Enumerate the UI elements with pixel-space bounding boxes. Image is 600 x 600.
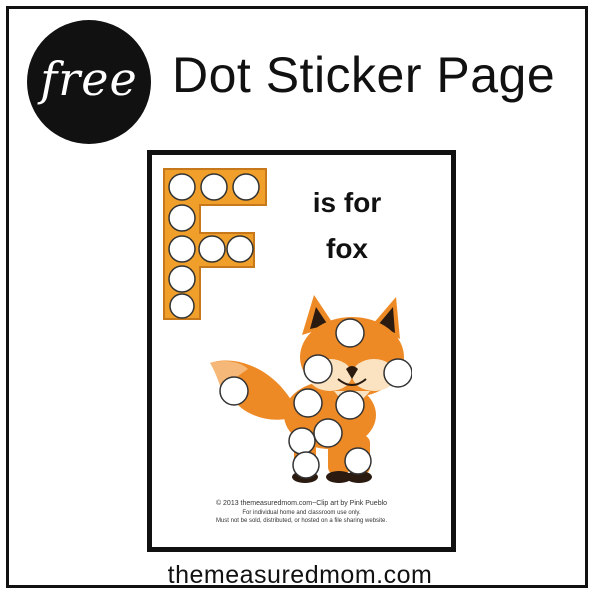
fox-dot bbox=[335, 390, 365, 420]
fox-dot bbox=[288, 427, 316, 455]
free-word: free bbox=[40, 52, 138, 106]
caption-is-for: is for bbox=[312, 187, 382, 218]
letter-dot bbox=[168, 235, 196, 263]
fox-illustration bbox=[210, 295, 412, 483]
usage-note-line: Must not be sold, distributed, or hosted… bbox=[215, 518, 388, 524]
fox-dot bbox=[219, 376, 249, 406]
worksheet-page: is for fox © 2013 themeasuredmom.com~Cli… bbox=[147, 150, 456, 552]
site-url: themeasuredmom.com bbox=[167, 561, 433, 589]
letter-dot bbox=[169, 293, 195, 319]
usage-note-line: For individual home and classroom use on… bbox=[242, 510, 361, 516]
letter-dot bbox=[198, 235, 226, 263]
fox-dot bbox=[292, 451, 320, 479]
letter-dot bbox=[200, 173, 228, 201]
letter-dot bbox=[168, 204, 196, 232]
letter-dot bbox=[168, 265, 196, 293]
fox-dot bbox=[313, 418, 343, 448]
caption-fox: fox bbox=[326, 233, 368, 264]
fox-dot bbox=[383, 358, 412, 388]
free-badge: free bbox=[27, 20, 151, 144]
fox-dot bbox=[293, 388, 323, 418]
credit-line: © 2013 themeasuredmom.com~Clip art by Pi… bbox=[215, 500, 388, 507]
fox-dot bbox=[335, 318, 365, 348]
fox-dot bbox=[344, 447, 372, 475]
letter-dot bbox=[168, 173, 196, 201]
fox-dot bbox=[303, 354, 333, 384]
headline: Dot Sticker Page bbox=[172, 47, 556, 103]
